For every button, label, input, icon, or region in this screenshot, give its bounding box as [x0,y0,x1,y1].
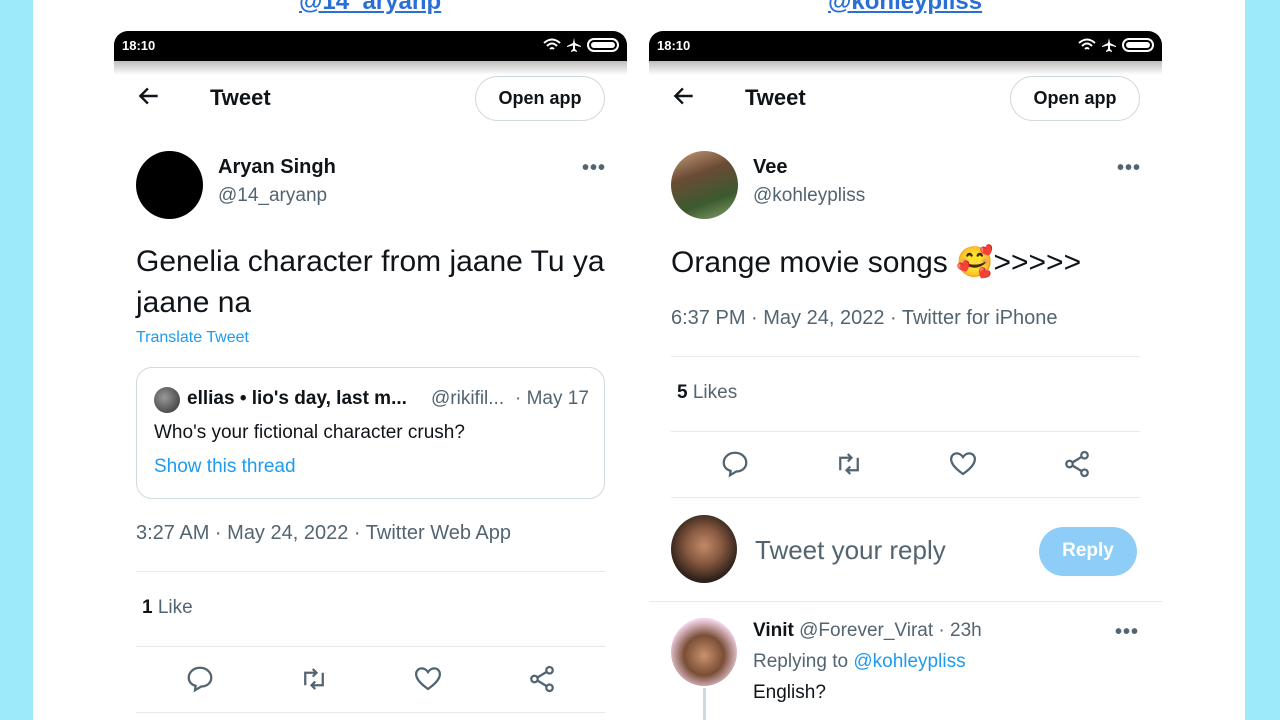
like-heart-icon[interactable] [413,664,443,694]
status-icons [1078,37,1154,53]
reply-author-line[interactable]: Vinit @Forever_Virat · 23h [753,620,982,642]
divider [671,431,1140,432]
likes-number: 1 [142,597,153,618]
page-title: Tweet [210,85,271,110]
status-time: 18:10 [122,38,156,53]
show-thread-link[interactable]: Show this thread [154,456,296,478]
like-heart-icon[interactable] [948,449,978,479]
avatar[interactable] [671,618,737,686]
tweet-actions [671,449,1140,489]
replying-to: Replying to @kohleypliss [753,651,966,673]
divider [136,712,605,713]
tweet-text: Genelia character from jaane Tu ya jaane… [136,245,605,319]
reply-author-handle-time: @Forever_Virat · 23h [799,620,982,641]
open-app-button[interactable]: Open app [1010,76,1140,121]
divider [136,646,605,647]
divider [671,356,1140,357]
reply-text: English? [753,682,826,703]
likes-count[interactable]: 5 Likes [677,382,737,404]
share-icon[interactable] [1062,449,1092,479]
right-phone: 18:10 Tweet Open app Vee @kohleypliss ••… [649,31,1162,720]
right-page-handle[interactable]: @kohleypliss [828,0,982,16]
tweet-author[interactable]: Vee @kohleypliss ••• [671,151,1141,221]
battery-icon [587,38,619,52]
battery-icon [1122,38,1154,52]
status-fade [649,61,1162,75]
avatar [671,515,737,583]
left-page-handle[interactable]: @14_aryanp [299,0,441,16]
open-app-button[interactable]: Open app [475,76,605,121]
divider [649,601,1162,602]
divider [671,497,1140,498]
thread-line [703,688,706,720]
likes-number: 5 [677,382,688,403]
reply-composer: Tweet your reply Reply [649,515,1162,605]
status-fade [114,61,627,75]
status-bar: 18:10 [649,31,1162,61]
tweet-header: Tweet Open app [114,75,627,135]
quote-author-handle: @rikifil... [431,388,505,409]
status-icons [543,37,619,53]
wifi-icon [1078,38,1096,50]
airplane-icon [1102,38,1116,52]
tweet-meta: 6:37 PM · May 24, 2022 · Twitter for iPh… [671,307,1058,329]
author-handle[interactable]: @kohleypliss [753,185,865,207]
page-title: Tweet [745,85,806,110]
retweet-icon[interactable] [834,449,864,479]
share-icon[interactable] [527,664,557,694]
replying-to-handle[interactable]: @kohleypliss [853,651,965,672]
wifi-icon [543,38,561,50]
screenshot-canvas: @14_aryanp 18:10 Tweet Open app Aryan Si… [33,0,1245,720]
reply-input[interactable]: Tweet your reply [755,535,946,566]
tweet-text: Orange movie songs 🥰>>>>> [671,246,1082,279]
author-name[interactable]: Aryan Singh [218,156,336,179]
quote-avatar [154,387,180,413]
back-arrow-icon[interactable] [671,83,697,109]
likes-count[interactable]: 1 Like [142,597,193,619]
quote-author-name: ellias • lio's day, last m... [187,388,407,409]
tweet-actions [136,664,605,704]
tweet-header: Tweet Open app [649,75,1162,135]
reply-button[interactable]: Reply [1039,527,1137,576]
more-horizontal-icon[interactable]: ••• [582,157,606,180]
tweet-author[interactable]: Aryan Singh @14_aryanp ••• [136,151,606,221]
retweet-icon[interactable] [299,664,329,694]
back-arrow-icon[interactable] [136,83,162,109]
replying-to-prefix: Replying to [753,651,849,672]
tweet-meta: 3:27 AM · May 24, 2022 · Twitter Web App [136,522,512,544]
reply-icon[interactable] [185,664,215,694]
status-bar: 18:10 [114,31,627,61]
status-time: 18:10 [657,38,691,53]
avatar[interactable] [671,151,738,219]
translate-tweet-link[interactable]: Translate Tweet [136,329,249,347]
likes-label: Likes [692,382,738,403]
more-horizontal-icon[interactable]: ••• [1115,621,1139,644]
divider [136,571,605,572]
quote-text: Who's your fictional character crush? [154,422,465,443]
left-phone: 18:10 Tweet Open app Aryan Singh @14_ary… [114,31,627,720]
author-handle[interactable]: @14_aryanp [218,185,327,207]
reply-author-name[interactable]: Vinit [753,620,794,641]
airplane-icon [567,38,581,52]
quote-date: · May 17 [515,388,589,409]
reply-icon[interactable] [720,449,750,479]
author-name[interactable]: Vee [753,156,787,179]
more-horizontal-icon[interactable]: ••• [1117,157,1141,180]
likes-label: Like [157,597,193,618]
quoted-tweet[interactable]: ellias • lio's day, last m... @rikifil..… [136,367,605,499]
avatar[interactable] [136,151,203,219]
